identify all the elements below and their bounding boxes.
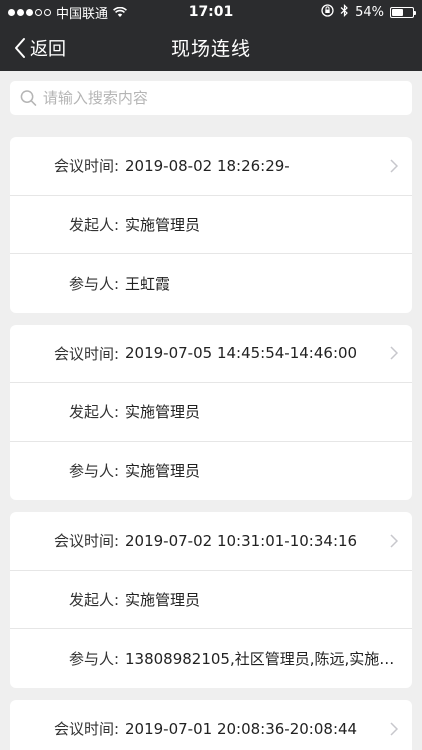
meeting-initiator-row: 发起人: 实施管理员 <box>10 571 412 629</box>
meeting-initiator-value: 实施管理员 <box>125 403 201 422</box>
meeting-initiator-row: 发起人: 实施管理员 <box>10 196 412 254</box>
chevron-right-icon <box>390 722 398 736</box>
meeting-participants-value: 王虹霞 <box>125 274 171 293</box>
search-box[interactable] <box>10 81 412 115</box>
meeting-card[interactable]: 会议时间: 2019-07-01 20:08:36-20:08:44 <box>10 699 412 750</box>
signal-strength-icon <box>8 8 51 16</box>
chevron-left-icon <box>15 37 25 58</box>
meeting-initiator-label: 发起人: <box>68 215 119 234</box>
rotation-lock-icon <box>321 3 334 21</box>
meeting-time-value: 2019-08-02 18:26:29- <box>125 156 290 175</box>
meeting-time-value: 2019-07-05 14:45:54-14:46:00 <box>125 344 358 363</box>
meeting-card[interactable]: 会议时间: 2019-07-05 14:45:54-14:46:00 发起人: … <box>10 324 412 501</box>
meeting-card[interactable]: 会议时间: 2019-08-02 18:26:29- 发起人: 实施管理员 参与… <box>10 137 412 313</box>
chevron-right-icon <box>390 534 398 548</box>
battery-icon <box>390 6 416 18</box>
search-input[interactable] <box>42 89 402 107</box>
bluetooth-icon <box>340 3 349 21</box>
meeting-initiator-value: 实施管理员 <box>125 215 201 234</box>
chevron-right-icon <box>390 346 398 360</box>
wifi-icon <box>113 7 127 17</box>
search-area <box>0 71 422 115</box>
meeting-time-row: 会议时间: 2019-08-02 18:26:29- <box>10 137 412 196</box>
meeting-initiator-value: 实施管理员 <box>125 590 201 609</box>
meeting-participants-value: 实施管理员 <box>125 462 201 481</box>
meeting-participants-row: 参与人: 王虹霞 <box>10 254 412 313</box>
meeting-card[interactable]: 会议时间: 2019-07-02 10:31:01-10:34:16 发起人: … <box>10 512 412 688</box>
carrier-name: 中国联通 <box>56 6 109 22</box>
status-bar: 中国联通 17:01 54% <box>0 0 422 24</box>
meeting-time-label: 会议时间: <box>53 344 119 363</box>
meeting-time-value: 2019-07-01 20:08:36-20:08:44 <box>125 719 358 738</box>
meeting-participants-row: 参与人: 13808982105,社区管理员,陈远,实施… <box>10 629 412 688</box>
chevron-right-icon <box>390 159 398 173</box>
meeting-initiator-label: 发起人: <box>68 403 119 422</box>
meeting-time-row: 会议时间: 2019-07-01 20:08:36-20:08:44 <box>10 700 412 750</box>
meeting-time-value: 2019-07-02 10:31:01-10:34:16 <box>125 531 358 550</box>
back-button[interactable]: 返回 <box>0 35 66 61</box>
meeting-participants-label: 参与人: <box>68 274 119 293</box>
meeting-time-row: 会议时间: 2019-07-05 14:45:54-14:46:00 <box>10 325 412 383</box>
meeting-list: 会议时间: 2019-08-02 18:26:29- 发起人: 实施管理员 参与… <box>0 115 422 750</box>
battery-percent: 54% <box>355 4 384 20</box>
meeting-initiator-row: 发起人: 实施管理员 <box>10 383 412 442</box>
meeting-participants-label: 参与人: <box>68 649 119 668</box>
nav-header: 返回 现场连线 <box>0 24 422 71</box>
meeting-participants-row: 参与人: 实施管理员 <box>10 442 412 501</box>
meeting-participants-value: 13808982105,社区管理员,陈远,实施… <box>125 649 395 668</box>
meeting-initiator-label: 发起人: <box>68 590 119 609</box>
status-left: 中国联通 <box>8 3 127 22</box>
meeting-participants-label: 参与人: <box>68 462 119 481</box>
back-label: 返回 <box>30 38 66 60</box>
meeting-time-label: 会议时间: <box>53 157 119 176</box>
status-right: 54% <box>321 3 416 21</box>
search-icon <box>20 90 37 106</box>
meeting-time-label: 会议时间: <box>53 532 119 551</box>
top-bar: 中国联通 17:01 54% 返回 现场连线 <box>0 0 422 71</box>
meeting-time-row: 会议时间: 2019-07-02 10:31:01-10:34:16 <box>10 512 412 571</box>
meeting-time-label: 会议时间: <box>53 720 119 739</box>
